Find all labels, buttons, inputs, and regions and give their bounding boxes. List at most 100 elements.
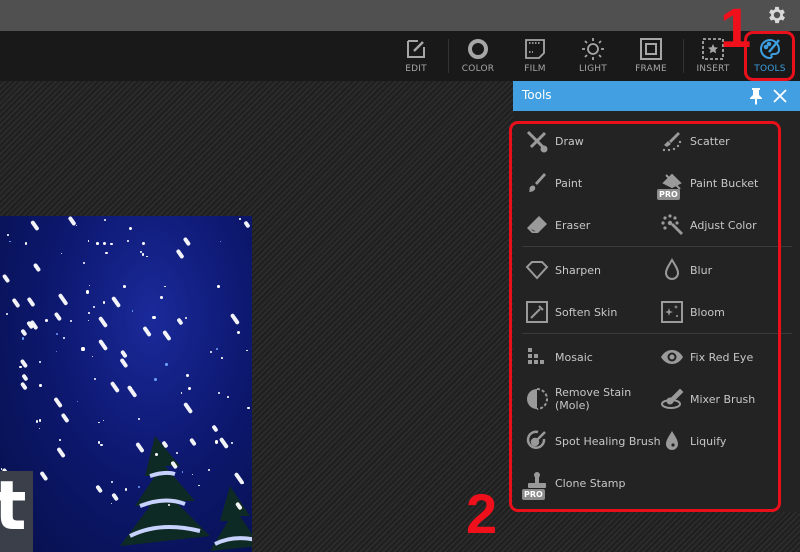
star-dot (92, 305, 96, 309)
star-dot (19, 365, 22, 369)
tool-bloom[interactable]: Bloom (660, 300, 725, 324)
tool-paint[interactable]: Paint (525, 171, 582, 195)
tools-group-divider (522, 333, 792, 334)
gear-icon[interactable] (766, 4, 788, 26)
star-dot (217, 284, 221, 288)
pin-icon[interactable] (748, 87, 764, 105)
star-dot (137, 417, 140, 420)
clone-stamp-icon: PRO (522, 471, 549, 500)
star-dot (126, 239, 129, 242)
snowflake (242, 220, 251, 229)
toolbar-divider (448, 39, 449, 73)
tool-mosaic[interactable]: Mosaic (525, 345, 593, 369)
main-toolbar: EDIT COLOR FILM LIGHT FRAME INSERT TOOLS (0, 31, 800, 81)
snowflake (2, 274, 11, 284)
toolbar-tools-button[interactable]: TOOLS (745, 31, 795, 81)
tool-soften-skin[interactable]: Soften Skin (525, 300, 617, 324)
toolbar-light-button[interactable]: LIGHT (568, 31, 618, 81)
toolbar-color-button[interactable]: COLOR (453, 31, 503, 81)
tool-label: Adjust Color (690, 218, 757, 232)
snowflake (95, 484, 103, 494)
snowflake (39, 470, 49, 482)
star-dot (55, 333, 58, 335)
tool-liquify[interactable]: Liquify (660, 429, 726, 453)
star-dot (9, 240, 11, 242)
star-dot (81, 347, 85, 351)
star-dot (146, 255, 149, 258)
toolbar-edit-button[interactable]: EDIT (391, 31, 441, 81)
tool-spot-healing-brush[interactable]: Spot Healing Brush (525, 429, 661, 453)
star-dot (103, 420, 105, 422)
tool-label: Fix Red Eye (690, 350, 754, 364)
star-dot (220, 240, 222, 243)
star-dot (198, 484, 200, 487)
snowflake (229, 313, 240, 326)
tool-label: Liquify (690, 434, 727, 448)
star-dot (142, 241, 146, 245)
tool-blur[interactable]: Blur (660, 258, 712, 282)
star-dot (103, 241, 107, 245)
toolbar-insert-label: INSERT (696, 64, 730, 74)
snowflake (20, 328, 28, 337)
star-dot (39, 360, 42, 363)
mosaic-icon (525, 345, 549, 369)
snowflake (98, 315, 109, 328)
star-dot (209, 351, 212, 354)
star-dot (35, 420, 39, 423)
snowflake (56, 447, 66, 459)
toolbar-film-button[interactable]: FILM (510, 31, 560, 81)
star-dot (141, 253, 145, 256)
tool-scatter[interactable]: Scatter (660, 129, 730, 153)
tool-paint-bucket[interactable]: PRO Paint Bucket (657, 171, 758, 200)
pro-badge: PRO (657, 189, 680, 200)
star-dot (131, 310, 134, 312)
half-circle-icon (525, 387, 549, 411)
tool-clone-stamp[interactable]: PRO Clone Stamp (522, 471, 625, 500)
tool-sharpen[interactable]: Sharpen (525, 258, 601, 282)
palette-brush-icon (760, 38, 781, 60)
star-dot (218, 392, 221, 395)
tool-draw[interactable]: Draw (525, 129, 584, 153)
toolbar-frame-label: FRAME (635, 64, 667, 74)
droplet-outline-icon (660, 258, 684, 282)
tool-remove-stain[interactable]: Remove Stain (Mole) (525, 386, 635, 412)
snowflake (98, 338, 109, 351)
tool-fix-red-eye[interactable]: Fix Red Eye (660, 345, 753, 369)
photo-canvas[interactable] (0, 216, 252, 552)
tool-eraser[interactable]: Eraser (525, 213, 590, 237)
star-dot (55, 351, 58, 353)
snowflake (110, 296, 121, 309)
close-icon[interactable] (772, 88, 788, 104)
snowflake (52, 396, 63, 408)
star-dot (88, 285, 91, 287)
tool-label: Bloom (690, 305, 725, 319)
tool-label: Mixer Brush (690, 392, 756, 406)
tool-mixer-brush[interactable]: Mixer Brush (660, 387, 755, 411)
scatter-icon (660, 129, 684, 153)
paint-bucket-icon: PRO (657, 171, 684, 200)
star-dot (69, 319, 73, 322)
star-dot (185, 374, 189, 378)
toolbar-edit-label: EDIT (405, 64, 427, 74)
star-dot (39, 384, 43, 387)
tool-label: Soften Skin (555, 305, 618, 319)
snowflake (119, 357, 129, 369)
star-dot (77, 400, 79, 402)
tool-label: Sharpen (555, 263, 601, 277)
star-dot (96, 242, 99, 245)
toolbar-frame-button[interactable]: FRAME (626, 31, 676, 81)
snowflake (20, 373, 29, 382)
tool-label: Remove Stain (Mole) (555, 386, 632, 412)
star-dot (87, 239, 90, 242)
tool-adjust-color[interactable]: Adjust Color (660, 213, 757, 237)
star-dot (94, 377, 97, 381)
film-icon (525, 39, 545, 59)
snowflake (109, 381, 120, 394)
star-dot (6, 234, 9, 236)
star-dot (246, 349, 248, 352)
tools-group-divider (522, 246, 792, 247)
snowflake (127, 384, 138, 398)
toolbar-tools-label: TOOLS (754, 64, 786, 74)
snowflake (20, 381, 29, 392)
tool-label: Mosaic (555, 350, 593, 364)
